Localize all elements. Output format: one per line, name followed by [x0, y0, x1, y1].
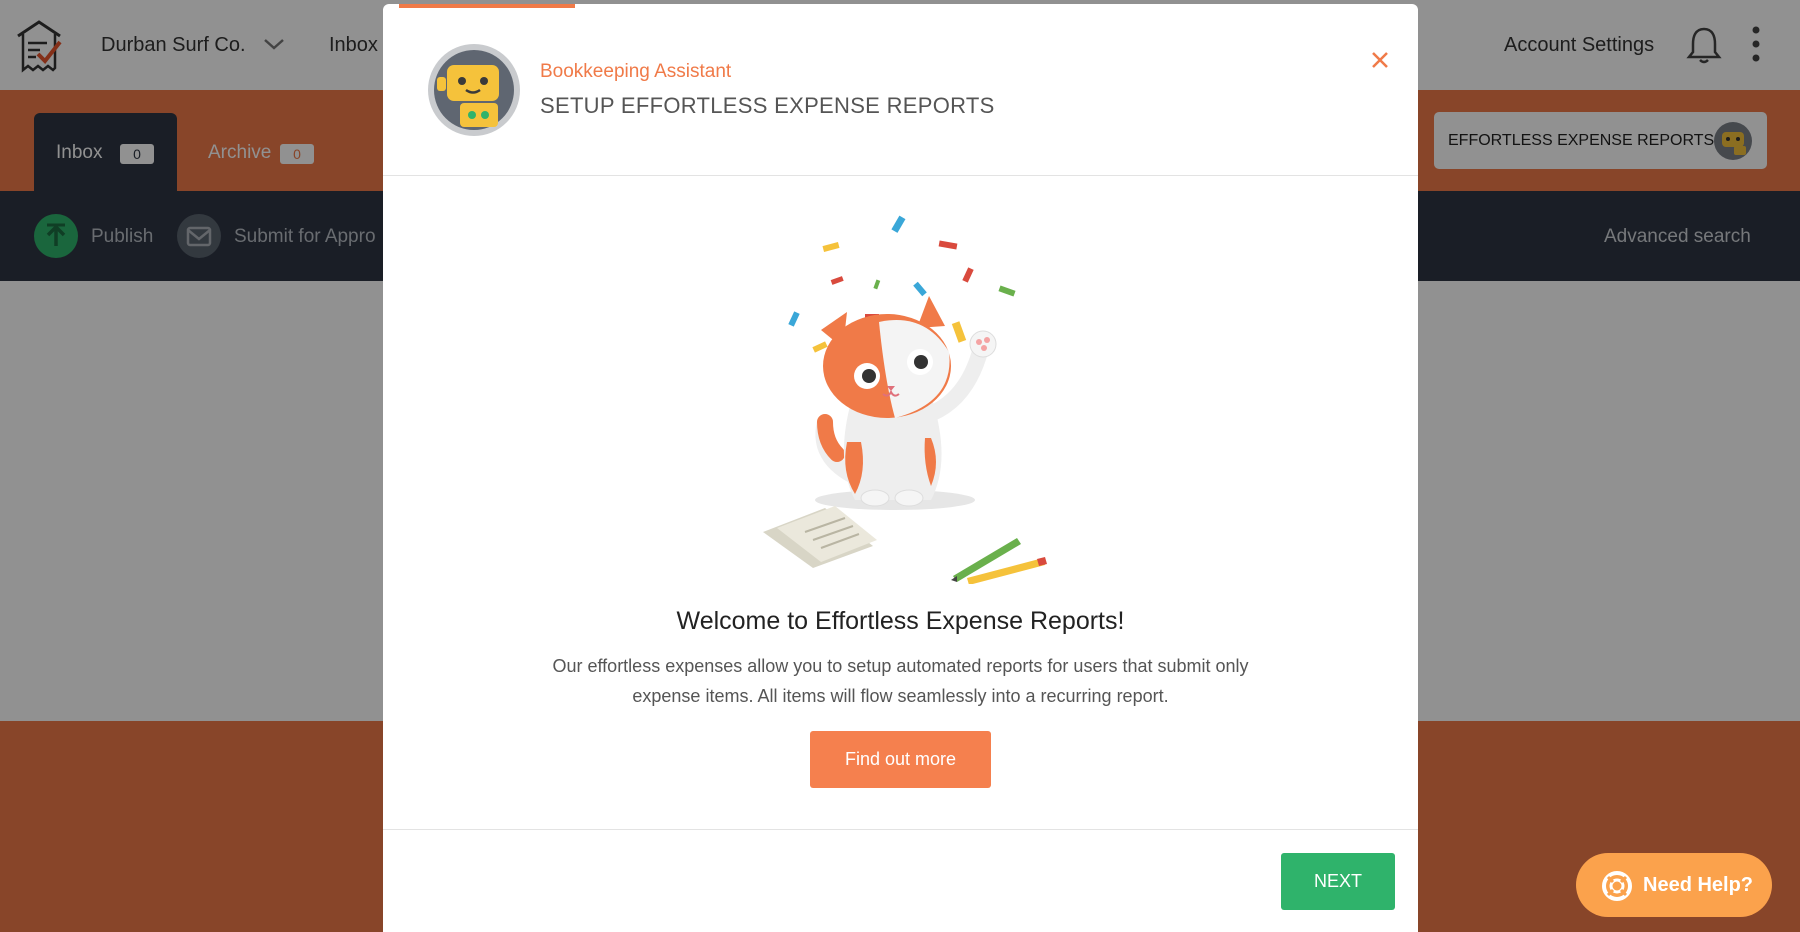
modal-header: Bookkeeping Assistant SETUP EFFORTLESS E… — [383, 4, 1418, 176]
pens — [951, 538, 1047, 584]
lifebuoy-icon — [1602, 871, 1632, 901]
assistant-name: Bookkeeping Assistant — [540, 61, 732, 82]
need-help-label: Need Help? — [1643, 874, 1754, 896]
welcome-description: Our effortless expenses allow you to set… — [552, 656, 1249, 706]
modal-footer-divider — [383, 829, 1418, 830]
receipts — [763, 506, 877, 568]
robot-icon — [428, 44, 520, 136]
modal-title: SETUP EFFORTLESS EXPENSE REPORTS — [540, 93, 995, 118]
next-button[interactable]: NEXT — [1281, 853, 1395, 910]
find-out-more-button[interactable]: Find out more — [810, 731, 991, 788]
close-icon[interactable] — [1367, 47, 1393, 73]
need-help-button[interactable]: Need Help? — [1576, 853, 1772, 917]
celebrating-cat-illustration — [763, 215, 1047, 584]
welcome-heading: Welcome to Effortless Expense Reports! — [676, 607, 1125, 635]
onboarding-modal: Bookkeeping Assistant SETUP EFFORTLESS E… — [383, 4, 1418, 932]
